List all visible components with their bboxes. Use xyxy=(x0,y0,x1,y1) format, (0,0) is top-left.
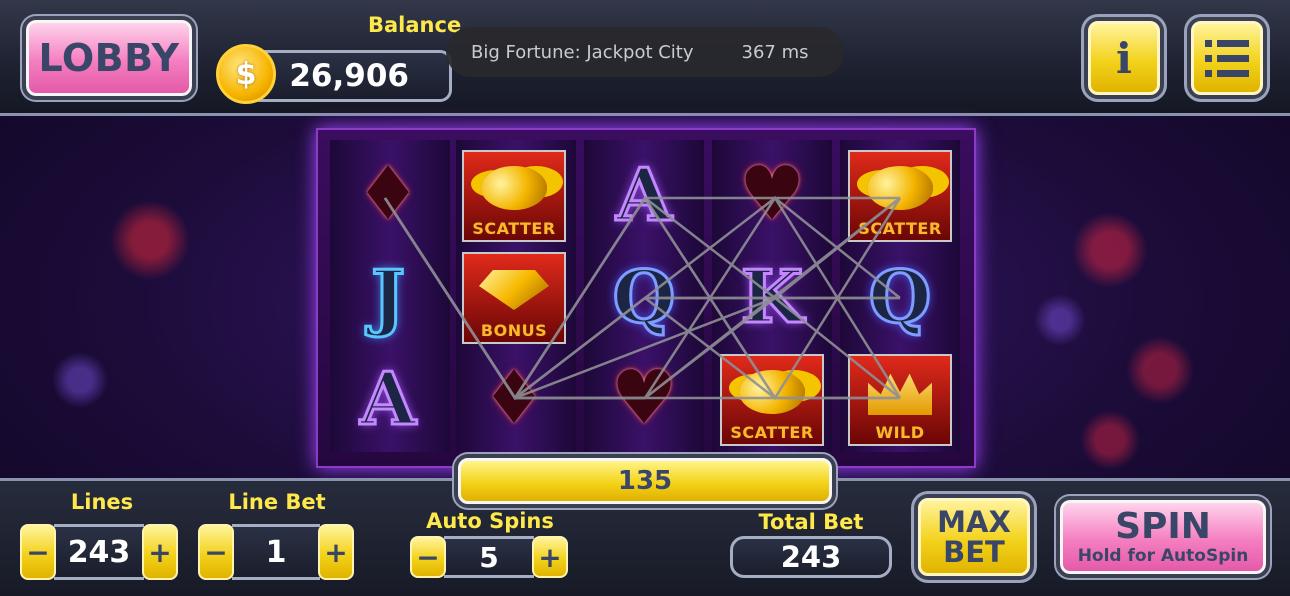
q-symbol: Q xyxy=(867,252,933,340)
q-symbol: Q xyxy=(611,252,677,340)
auto-spins-decrease-button[interactable]: − xyxy=(410,536,446,578)
balance-value: 26,906 xyxy=(248,50,452,102)
diamond-symbol: ♦ xyxy=(354,151,422,237)
lines-value: 243 xyxy=(54,524,144,580)
bonus-symbol: BONUS xyxy=(462,252,566,344)
k-symbol: K xyxy=(739,252,805,340)
scatter-symbol: SCATTER xyxy=(462,150,566,242)
total-bet-label: Total Bet xyxy=(758,510,864,534)
toast-latency: 367 ms xyxy=(741,41,809,63)
coin-symbol: $ xyxy=(235,56,257,92)
lines-stepper: 243 − + xyxy=(20,524,178,580)
line-bet-label: Line Bet xyxy=(228,490,326,514)
lobby-button[interactable]: LOBBY xyxy=(22,16,196,100)
a-symbol: A xyxy=(615,150,674,238)
diamond-symbol: ♦ xyxy=(480,355,548,441)
line-bet-increase-button[interactable]: + xyxy=(318,524,354,580)
wild-symbol: WILD xyxy=(848,354,952,446)
balance-label: Balance xyxy=(368,13,462,37)
scatter-symbol: SCATTER xyxy=(848,150,952,242)
spin-sublabel: Hold for AutoSpin xyxy=(1077,546,1249,566)
lines-decrease-button[interactable]: − xyxy=(20,524,56,580)
spin-button[interactable]: SPIN Hold for AutoSpin xyxy=(1056,496,1270,578)
menu-button[interactable] xyxy=(1191,21,1263,95)
scatter-symbol: SCATTER xyxy=(720,354,824,446)
max-bet-label-line2: BET xyxy=(943,535,1005,569)
auto-spins-increase-button[interactable]: + xyxy=(532,536,568,578)
heart-symbol: ♥ xyxy=(610,355,678,441)
auto-spins-label: Auto Spins xyxy=(426,509,554,533)
j-symbol: J xyxy=(369,252,406,340)
max-bet-label-line1: MAX xyxy=(937,505,1011,539)
auto-spins-stepper: 5 − + xyxy=(410,536,568,578)
heart-symbol: ♥ xyxy=(738,151,806,237)
line-bet-decrease-button[interactable]: − xyxy=(198,524,234,580)
lobby-button-label: LOBBY xyxy=(38,36,180,80)
status-toast: Big Fortune: Jackpot City 367 ms xyxy=(446,27,844,77)
lines-label: Lines xyxy=(70,490,134,514)
spin-label: SPIN xyxy=(1115,506,1211,547)
total-bet-value: 243 xyxy=(730,536,892,578)
info-icon: i xyxy=(1116,33,1132,83)
line-bet-stepper: 1 − + xyxy=(198,524,354,580)
list-icon xyxy=(1205,39,1249,77)
auto-spins-value: 5 xyxy=(444,536,534,578)
toast-title: Big Fortune: Jackpot City xyxy=(471,41,694,63)
a-symbol: A xyxy=(359,354,418,442)
line-bet-value: 1 xyxy=(232,524,320,580)
lines-increase-button[interactable]: + xyxy=(142,524,178,580)
max-bet-button[interactable]: MAX BET xyxy=(918,498,1030,576)
coin-icon: $ xyxy=(216,44,276,104)
win-amount: 135 xyxy=(617,466,673,496)
win-amount-bar: 135 xyxy=(458,458,832,504)
info-button[interactable]: i xyxy=(1088,21,1160,95)
